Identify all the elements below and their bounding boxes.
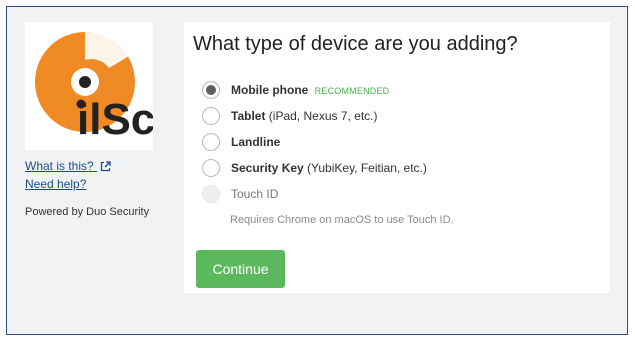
touch-id-radio [202,185,220,203]
page-frame: ilSc What is this? Need help? Powered by… [6,6,628,335]
touch-id-label: Touch ID [231,187,279,201]
logo-disc-icon: ilSc [35,30,153,144]
option-landline[interactable]: Landline [202,129,427,155]
tablet-label: Tablet [231,109,266,123]
tablet-radio[interactable] [202,107,220,125]
option-security-key[interactable]: Security Key (YubiKey, Feitian, etc.) [202,155,427,181]
mobile-phone-label: Mobile phone [231,83,309,97]
security-key-detail: (YubiKey, Feitian, etc.) [307,161,427,175]
tablet-detail: (iPad, Nexus 7, etc.) [268,109,378,123]
need-help-link[interactable]: Need help? [25,176,155,193]
page-title: What type of device are you adding? [193,33,518,55]
option-tablet[interactable]: Tablet (iPad, Nexus 7, etc.) [202,103,427,129]
recommended-badge: RECOMMENDED [314,86,390,96]
landline-radio[interactable] [202,133,220,151]
organization-logo: ilSc [25,22,153,150]
option-touch-id: Touch ID [202,181,427,207]
sidebar: ilSc What is this? Need help? Powered by… [25,22,155,218]
device-type-panel: What type of device are you adding? Mobi… [184,22,610,293]
option-mobile-phone[interactable]: Mobile phone RECOMMENDED [202,77,427,103]
security-key-label: Security Key [231,161,304,175]
external-link-icon [100,161,111,172]
security-key-radio[interactable] [202,159,220,177]
logo-text: ilSc [77,95,153,144]
what-is-this-link[interactable]: What is this? [25,158,155,175]
device-options: Mobile phone RECOMMENDED Tablet (iPad, N… [202,77,427,207]
what-is-this-label: What is this? [25,159,94,173]
powered-by-text: Powered by Duo Security [25,206,150,218]
touch-id-requirement-note: Requires Chrome on macOS to use Touch ID… [230,214,454,226]
continue-button[interactable]: Continue [196,250,285,288]
landline-label: Landline [231,135,281,149]
mobile-phone-radio[interactable] [202,81,220,99]
